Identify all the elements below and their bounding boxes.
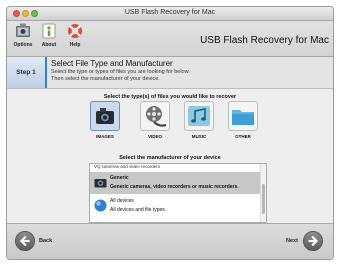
filetype-images-label: IMAGES [96, 134, 114, 139]
step-description-line2: Then select the manufacturer of your dev… [51, 75, 160, 82]
filetype-images[interactable]: IMAGES [87, 101, 123, 145]
app-window: USB Flash Recovery for Mac Options About [6, 6, 334, 260]
main-content: Select the type(s) of files you would li… [7, 89, 333, 223]
arrow-left-icon [19, 235, 30, 247]
filetype-images-tile [90, 101, 120, 131]
manufacturer-description: Generic cameras, video recorders or musi… [110, 184, 239, 190]
manufacturer-scrollbar[interactable] [260, 164, 266, 222]
help-button[interactable]: Help [62, 23, 88, 55]
about-button[interactable]: About [36, 23, 62, 55]
step-description: Select the type or types of files you ar… [51, 69, 190, 82]
toolbar: Options About Help USB Flash Recovery fo… [7, 21, 333, 57]
filetype-video-tile [140, 101, 170, 131]
manufacturer-name: Generic [110, 175, 129, 181]
step-badge: Step 1 [7, 57, 47, 88]
next-label: Next [286, 238, 298, 244]
scroll-thumb[interactable] [262, 184, 265, 214]
filetype-music-tile [184, 101, 214, 131]
globe-icon [94, 199, 107, 212]
filetype-music[interactable]: MUSIC [181, 101, 217, 145]
filetype-other-tile [228, 101, 258, 131]
manufacturer-description: All devices and file types. [110, 207, 167, 213]
manufacturer-item-generic[interactable]: Generic Generic cameras, video recorders… [90, 172, 262, 194]
step-description-line1: Select the type or types of files you ar… [51, 69, 190, 75]
manufacturer-item-all-devices[interactable]: All devices All devices and file types. [90, 195, 262, 217]
lifebuoy-icon [68, 24, 82, 38]
about-icon [42, 23, 56, 39]
camera-icon [96, 108, 114, 124]
step-header: Step 1 Select File Type and Manufacturer… [7, 57, 333, 89]
next-button[interactable] [303, 231, 323, 251]
about-label: About [41, 42, 57, 48]
camera-icon [94, 179, 107, 188]
filetype-video-label: VIDEO [147, 134, 162, 139]
file-type-prompt: Select the type(s) of files you would li… [103, 94, 237, 100]
manufacturer-prompt: Select the manufacturer of your device [119, 155, 221, 161]
film-reel-icon [146, 106, 167, 127]
manufacturer-partial-item: VQ cameras and video recorders [94, 164, 161, 169]
window-title: USB Flash Recovery for Mac [124, 9, 216, 16]
help-label: Help [69, 42, 81, 48]
filetype-other[interactable]: OTHER [225, 101, 261, 145]
manufacturer-list[interactable]: VQ cameras and video recorders Generic G… [89, 163, 267, 223]
filetype-music-label: MUSIC [191, 134, 207, 139]
filetype-other-label: OTHER [235, 134, 251, 139]
filetype-video[interactable]: VIDEO [137, 101, 173, 145]
manufacturer-name: All devices [110, 198, 134, 204]
options-button[interactable]: Options [10, 23, 36, 55]
back-button[interactable] [15, 231, 35, 251]
folder-icon [232, 110, 254, 125]
options-icon [16, 23, 30, 37]
arrow-right-icon [308, 235, 319, 247]
title-bar: USB Flash Recovery for Mac [7, 7, 333, 21]
app-title: USB Flash Recovery for Mac [200, 35, 329, 46]
music-notes-icon [188, 106, 210, 126]
step-heading: Select File Type and Manufacturer [51, 59, 173, 68]
back-label: Back [39, 238, 53, 244]
footer-nav: Back Next [7, 223, 333, 259]
options-label: Options [13, 42, 33, 48]
